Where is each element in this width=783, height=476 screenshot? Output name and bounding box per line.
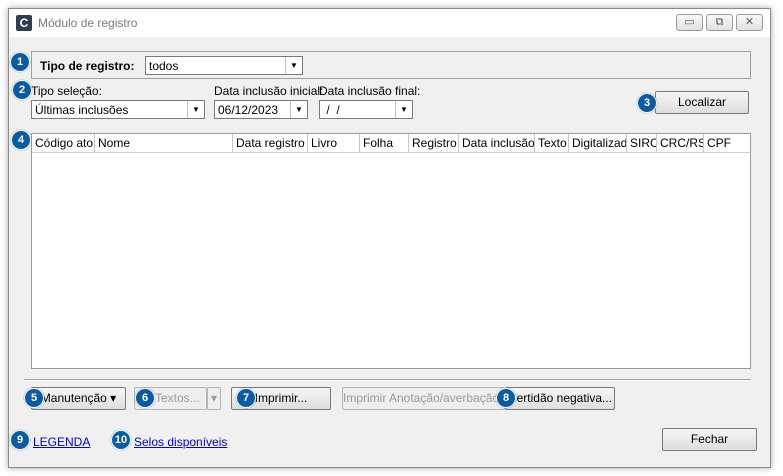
registro-window: C Módulo de registro ▭ ⧉ ✕ Tipo de regis… [8, 8, 771, 468]
grid-header: Código ato Nome Data registro Livro Folh… [32, 134, 750, 153]
tipo-registro-label: Tipo de registro: [40, 59, 135, 73]
tipo-registro-group: Tipo de registro: todos ▼ [31, 51, 751, 79]
data-inicial-label: Data inclusão inicial: [214, 84, 324, 98]
data-final-value: / / [323, 103, 340, 117]
col-folha[interactable]: Folha [360, 134, 409, 152]
data-final-picker[interactable]: / / ▼ [319, 100, 413, 119]
col-data-inclusao[interactable]: Data inclusão [459, 134, 535, 152]
callout-badge-1: 1 [10, 52, 30, 72]
col-cpf[interactable]: CPF [704, 134, 750, 152]
callout-badge-3: 3 [637, 93, 657, 113]
data-inicial-picker[interactable]: 06/12/2023 ▼ [214, 100, 308, 119]
callout-badge-5: 5 [24, 388, 44, 408]
minimize-button[interactable]: ▭ [676, 14, 703, 31]
callout-badge-10: 10 [111, 430, 131, 450]
tipo-registro-value: todos [149, 59, 179, 73]
col-digitalizado[interactable]: Digitalizado [569, 134, 627, 152]
col-livro[interactable]: Livro [308, 134, 360, 152]
chevron-down-icon: ▼ [290, 101, 307, 118]
tipo-registro-select[interactable]: todos ▼ [145, 56, 303, 75]
title-bar[interactable]: C Módulo de registro ▭ ⧉ ✕ [9, 9, 770, 37]
col-nome[interactable]: Nome [95, 134, 233, 152]
tipo-selecao-value: Últimas inclusões [35, 103, 129, 117]
textos-dropdown-button[interactable]: ▾ [207, 387, 221, 410]
selos-disponiveis-link[interactable]: Selos disponíveis [134, 435, 227, 449]
certidao-negativa-button[interactable]: Certidão negativa... [505, 387, 615, 410]
col-data-registro[interactable]: Data registro [233, 134, 308, 152]
app-icon: C [16, 15, 32, 31]
col-crc-rs[interactable]: CRC/RS [657, 134, 704, 152]
chevron-down-icon: ▼ [187, 101, 204, 118]
divider [24, 379, 751, 381]
manutencao-button[interactable]: Manutenção ▾ [31, 387, 126, 410]
col-codigo-ato[interactable]: Código ato [32, 134, 95, 152]
fechar-button[interactable]: Fechar [662, 428, 757, 451]
callout-badge-7: 7 [236, 388, 256, 408]
callout-badge-4: 4 [11, 130, 31, 150]
callout-badge-2: 2 [12, 80, 32, 100]
col-texto[interactable]: Texto [535, 134, 569, 152]
callout-badge-8: 8 [496, 388, 516, 408]
tipo-selecao-select[interactable]: Últimas inclusões ▼ [31, 100, 205, 119]
window-title: Módulo de registro [38, 16, 138, 30]
results-grid[interactable]: Código ato Nome Data registro Livro Folh… [31, 133, 751, 369]
imprimir-anotacao-button[interactable]: Imprimir Anotação/averbação... [342, 387, 509, 410]
chevron-down-icon: ▼ [285, 57, 302, 74]
legenda-link[interactable]: LEGENDA [33, 435, 90, 449]
data-inicial-value: 06/12/2023 [218, 103, 279, 117]
localizar-button[interactable]: Localizar [655, 91, 749, 114]
col-registro[interactable]: Registro [409, 134, 459, 152]
chevron-down-icon: ▼ [395, 101, 412, 118]
maximize-button[interactable]: ⧉ [706, 14, 733, 31]
col-sirc[interactable]: SIRC [627, 134, 657, 152]
close-button[interactable]: ✕ [736, 14, 763, 31]
tipo-selecao-label: Tipo seleção: [31, 84, 102, 98]
data-final-label: Data inclusão final: [319, 84, 421, 98]
callout-badge-6: 6 [135, 388, 155, 408]
callout-badge-9: 9 [10, 430, 30, 450]
